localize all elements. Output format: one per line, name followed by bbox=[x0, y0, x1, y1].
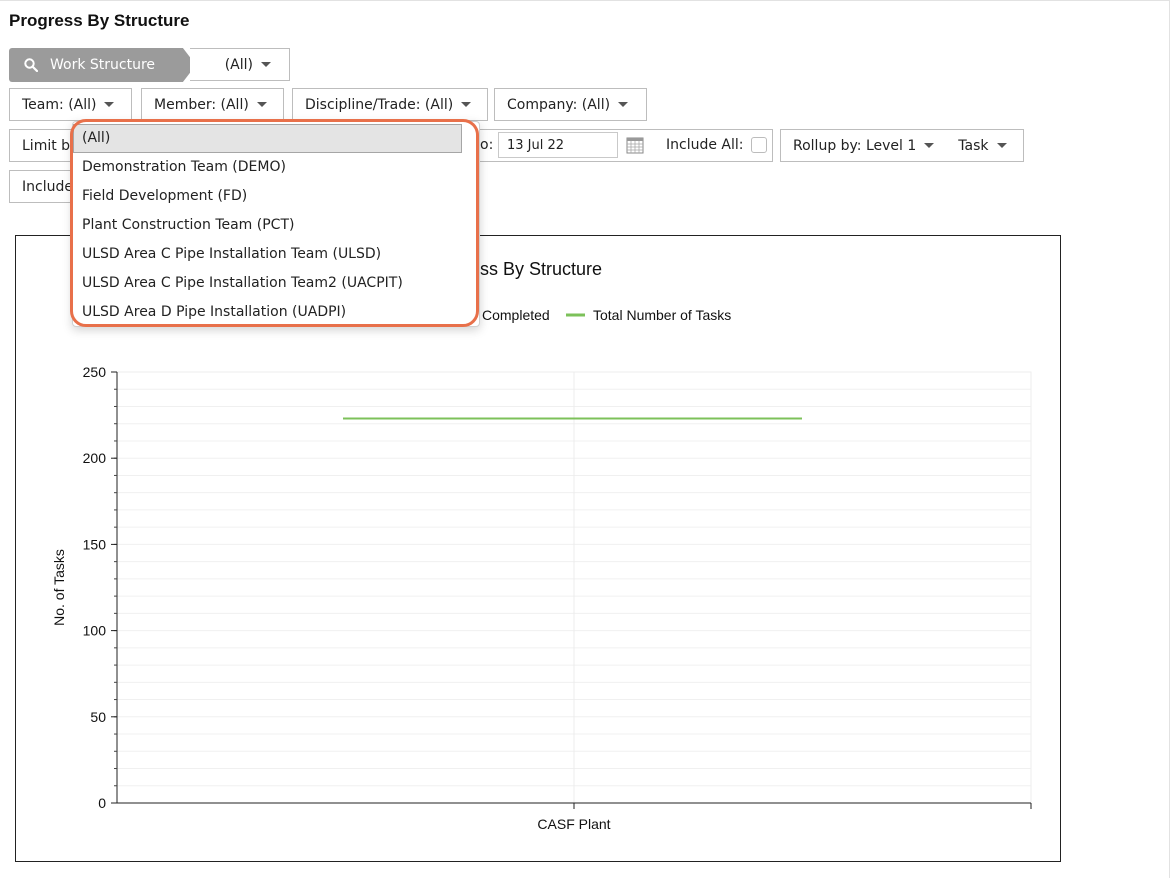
chevron-down-icon bbox=[256, 102, 267, 107]
discipline-filter[interactable]: Discipline/Trade: (All) bbox=[292, 88, 488, 121]
team-option[interactable]: ULSD Area C Pipe Installation Team2 (UAC… bbox=[73, 269, 479, 298]
chevron-down-icon bbox=[924, 143, 935, 148]
work-structure-button[interactable]: Work Structure bbox=[9, 48, 196, 82]
team-option[interactable]: ULSD Area D Pipe Installation (UADPI) bbox=[73, 298, 479, 327]
member-filter-value: (All) bbox=[220, 96, 249, 113]
page-title: Progress By Structure bbox=[9, 11, 190, 30]
company-filter-value: (All) bbox=[581, 96, 611, 113]
team-filter-value: (All) bbox=[68, 96, 97, 113]
rollup-type: Task bbox=[958, 137, 989, 154]
team-dropdown-list[interactable]: (All) Demonstration Team (DEMO) Field Deve… bbox=[72, 121, 480, 327]
x-tick-label: CASF Plant bbox=[537, 816, 610, 832]
rollup-value: Level 1 bbox=[865, 137, 917, 154]
y-tick-label: 50 bbox=[90, 709, 106, 725]
team-filter[interactable]: Team: (All) bbox=[9, 88, 132, 121]
chart-svg: 0 50 100 150 200 250 CASF Plant No. of Tasks res… bbox=[51, 259, 1032, 832]
y-axis-title: No. of Tasks bbox=[51, 549, 67, 626]
include-all-checkbox[interactable] bbox=[751, 137, 767, 153]
y-tick-label: 150 bbox=[83, 536, 107, 552]
chart-title: ress By Structure bbox=[464, 259, 602, 279]
team-option[interactable]: (All) bbox=[73, 124, 462, 153]
legend-entry-completed: Completed bbox=[482, 307, 550, 323]
rollup-label: Rollup by: bbox=[793, 137, 862, 154]
chevron-down-icon bbox=[996, 143, 1007, 148]
y-tick-label: 0 bbox=[98, 795, 106, 811]
date-value: 13 Jul 22 bbox=[507, 137, 565, 153]
discipline-filter-label: Discipline/Trade: bbox=[305, 96, 421, 113]
legend-entry-total: Total Number of Tasks bbox=[593, 307, 731, 323]
chevron-down-icon bbox=[104, 102, 115, 107]
team-option[interactable]: ULSD Area C Pipe Installation Team (ULSD… bbox=[73, 240, 479, 269]
rollup-filter[interactable]: Rollup by: Level 1 Task bbox=[780, 129, 1024, 162]
y-tick-label: 200 bbox=[83, 450, 107, 466]
frame-border bbox=[0, 0, 1170, 1]
date-input[interactable]: 13 Jul 22 bbox=[498, 132, 618, 158]
member-filter-label: Member: bbox=[154, 96, 217, 113]
chevron-down-icon bbox=[618, 102, 629, 107]
chevron-down-icon bbox=[461, 102, 472, 107]
company-filter-label: Company: bbox=[507, 96, 578, 113]
include-all-label: Include All: bbox=[666, 137, 744, 153]
chart-container: 0 50 100 150 200 250 CASF Plant No. of Tasks res… bbox=[15, 235, 1061, 862]
work-structure-label: Work Structure bbox=[50, 57, 156, 73]
team-option[interactable]: Field Development (FD) bbox=[73, 182, 479, 211]
limit-by-label: Limit by bbox=[22, 137, 79, 154]
team-filter-label: Team: bbox=[22, 96, 64, 113]
work-structure-value: (All) bbox=[224, 56, 253, 73]
team-option[interactable]: Plant Construction Team (PCT) bbox=[73, 211, 479, 240]
team-option[interactable]: Demonstration Team (DEMO) bbox=[73, 153, 479, 182]
work-structure-dropdown[interactable]: (All) bbox=[190, 48, 290, 81]
include-label: Include bbox=[22, 178, 73, 195]
calendar-icon[interactable] bbox=[626, 136, 644, 154]
y-tick-label: 100 bbox=[83, 623, 107, 639]
search-icon bbox=[24, 58, 38, 72]
company-filter[interactable]: Company: (All) bbox=[494, 88, 647, 121]
date-to-label: o: bbox=[480, 137, 494, 153]
y-tick-label: 250 bbox=[83, 364, 107, 380]
member-filter[interactable]: Member: (All) bbox=[141, 88, 284, 121]
chevron-down-icon bbox=[261, 62, 271, 67]
discipline-filter-value: (All) bbox=[424, 96, 454, 113]
